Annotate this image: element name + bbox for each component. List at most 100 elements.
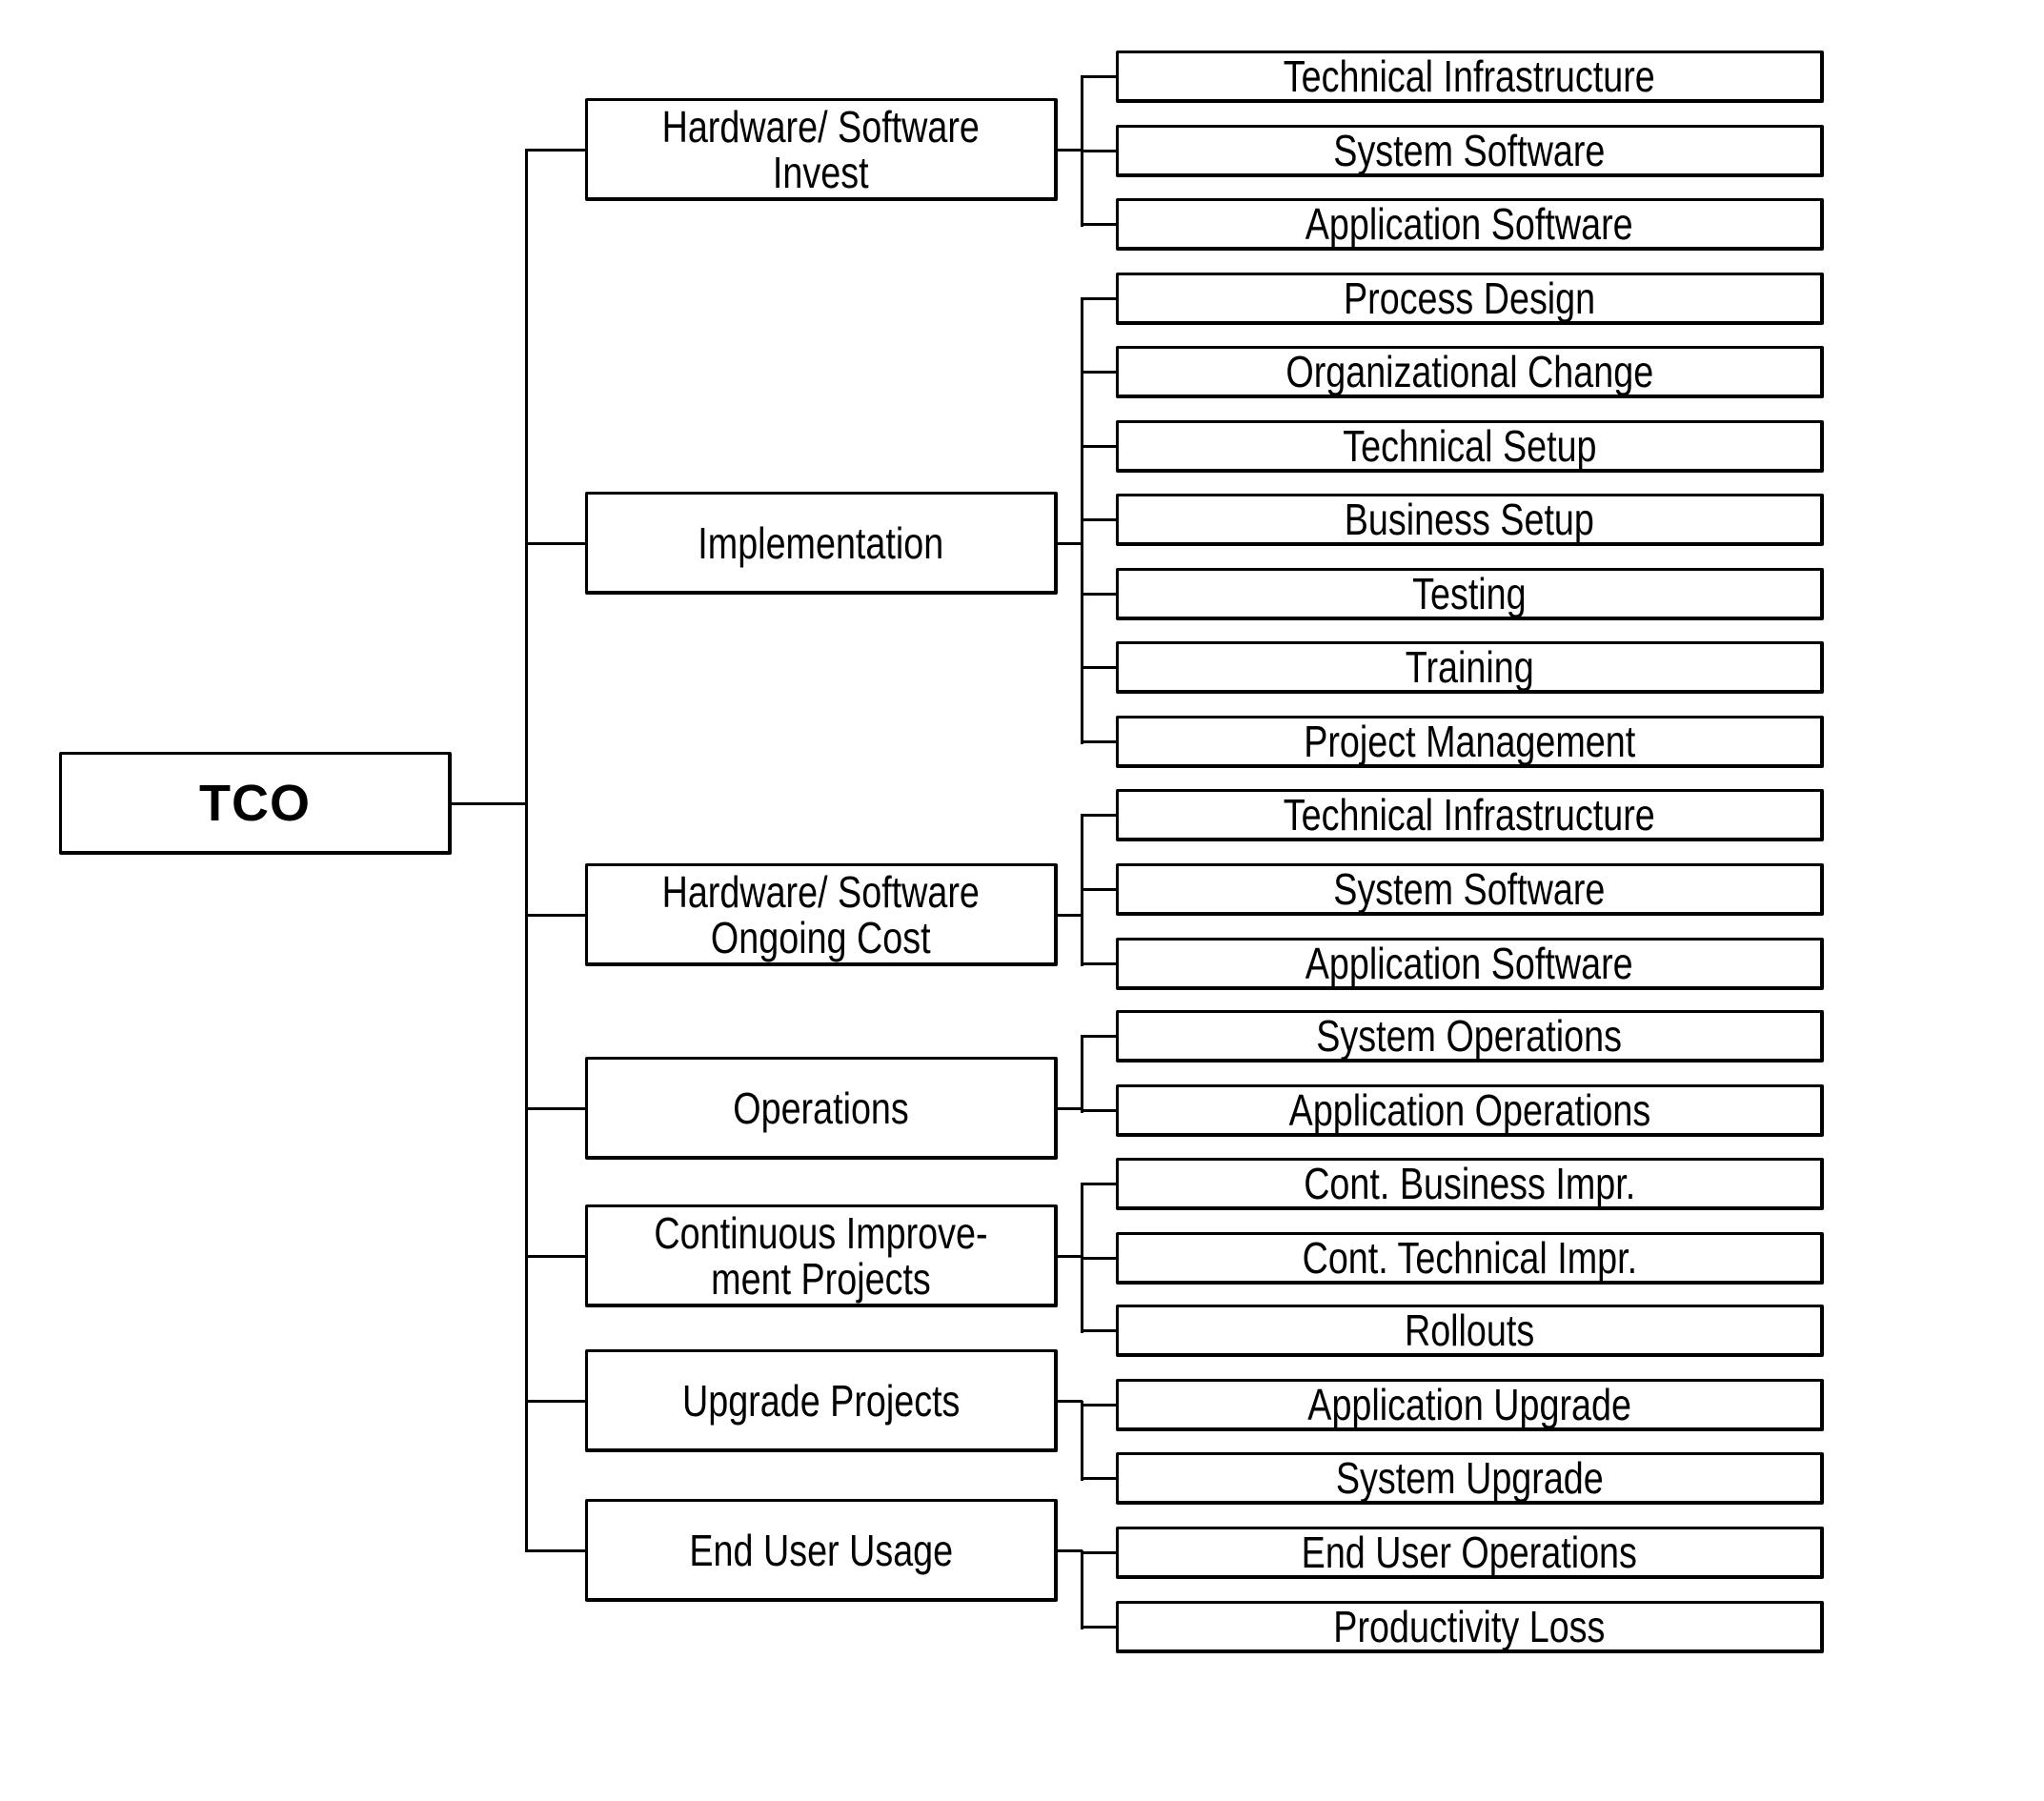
leaf-label: Application Software: [1305, 199, 1633, 249]
leaf-label: System Software: [1333, 126, 1606, 175]
leaf-label: Organizational Change: [1285, 347, 1653, 396]
spine-branch-connector: [525, 1255, 586, 1258]
leaf-connector: [1081, 1329, 1117, 1332]
category-label: Hardware/ Software Ongoing Cost: [661, 866, 981, 962]
leaf-label: Process Design: [1343, 273, 1596, 323]
leaf-node: Organizational Change: [1116, 346, 1824, 398]
leaf-label: Technical Infrastructure: [1284, 51, 1655, 101]
leaf-connector: [1081, 1477, 1117, 1480]
leaf-label: End User Operations: [1301, 1528, 1638, 1577]
leaf-label: Training: [1405, 642, 1534, 692]
category-label: Upgrade Projects: [681, 1375, 961, 1426]
category-out-connector: [1057, 149, 1083, 152]
leaf-connector: [1081, 666, 1117, 669]
leaf-label: Productivity Loss: [1333, 1602, 1606, 1651]
category-label: Operations: [733, 1083, 909, 1133]
leaf-node: Process Design: [1116, 273, 1824, 325]
category-node-operations: Operations: [585, 1057, 1058, 1160]
leaf-connector: [1081, 1551, 1117, 1554]
leaf-connector: [1081, 593, 1117, 596]
leaf-node: Application Operations: [1116, 1084, 1824, 1137]
category-out-connector: [1057, 542, 1083, 545]
leaf-node: Cont. Business Impr.: [1116, 1158, 1824, 1210]
leaf-label: Technical Setup: [1342, 421, 1597, 471]
spine-branch-connector: [525, 1549, 586, 1552]
leaf-node: End User Operations: [1116, 1527, 1824, 1579]
leaf-node: System Software: [1116, 125, 1824, 177]
leaf-label: Business Setup: [1344, 495, 1595, 544]
sub-bracket: [1081, 1550, 1083, 1629]
leaf-label: Testing: [1412, 569, 1527, 618]
leaf-node: Technical Infrastructure: [1116, 789, 1824, 841]
leaf-connector: [1081, 371, 1117, 374]
leaf-node: System Operations: [1116, 1010, 1824, 1062]
leaf-node: Productivity Loss: [1116, 1601, 1824, 1653]
root-node-tco: TCO: [59, 752, 452, 855]
category-node-implementation: Implementation: [585, 492, 1058, 595]
category-out-connector: [1057, 1549, 1083, 1552]
category-label: Hardware/ Software Invest: [661, 101, 981, 197]
main-spine: [525, 149, 528, 1552]
leaf-node: Project Management: [1116, 716, 1824, 768]
spine-branch-connector: [525, 1400, 586, 1403]
leaf-connector: [1081, 1257, 1117, 1260]
leaf-connector: [1081, 518, 1117, 521]
leaf-node: Rollouts: [1116, 1305, 1824, 1357]
sub-bracket: [1081, 1036, 1083, 1113]
leaf-node: Application Software: [1116, 938, 1824, 990]
category-label: End User Usage: [689, 1525, 953, 1575]
sub-bracket: [1081, 1401, 1083, 1481]
sub-bracket: [1081, 298, 1083, 744]
leaf-node: Testing: [1116, 568, 1824, 620]
leaf-connector: [1081, 814, 1117, 817]
category-out-connector: [1057, 1400, 1083, 1403]
category-node-hardware-software-ongoing-cost: Hardware/ Software Ongoing Cost: [585, 863, 1058, 966]
leaf-node: Application Software: [1116, 198, 1824, 251]
leaf-label: Cont. Technical Impr.: [1302, 1233, 1637, 1283]
leaf-connector: [1081, 297, 1117, 300]
root-label: TCO: [199, 774, 311, 832]
leaf-connector: [1081, 223, 1117, 226]
spine-branch-connector: [525, 1107, 586, 1110]
leaf-node: System Upgrade: [1116, 1452, 1824, 1505]
leaf-label: Application Software: [1305, 939, 1633, 988]
leaf-connector: [1081, 1626, 1117, 1629]
leaf-connector: [1081, 1183, 1117, 1185]
category-out-connector: [1057, 1107, 1083, 1110]
leaf-connector: [1081, 75, 1117, 78]
leaf-label: Application Upgrade: [1307, 1380, 1631, 1429]
leaf-node: Training: [1116, 641, 1824, 694]
leaf-label: Application Operations: [1288, 1085, 1650, 1135]
leaf-label: Cont. Business Impr.: [1303, 1159, 1636, 1208]
leaf-label: System Operations: [1316, 1011, 1623, 1061]
leaf-connector: [1081, 888, 1117, 891]
spine-branch-connector: [525, 914, 586, 917]
category-node-upgrade-projects: Upgrade Projects: [585, 1349, 1058, 1452]
category-node-end-user-usage: End User Usage: [585, 1499, 1058, 1602]
leaf-connector: [1081, 962, 1117, 965]
leaf-node: Technical Setup: [1116, 420, 1824, 473]
leaf-node: Technical Infrastructure: [1116, 51, 1824, 103]
leaf-label: Technical Infrastructure: [1284, 790, 1655, 840]
category-label: Continuous Improve- ment Projects: [654, 1207, 988, 1304]
spine-branch-connector: [525, 149, 586, 152]
leaf-connector: [1081, 1035, 1117, 1038]
leaf-connector: [1081, 740, 1117, 743]
leaf-connector: [1081, 1404, 1117, 1406]
leaf-label: System Upgrade: [1335, 1453, 1604, 1503]
category-node-continuous-improve-ment-projects: Continuous Improve- ment Projects: [585, 1204, 1058, 1307]
leaf-label: Project Management: [1303, 717, 1636, 766]
leaf-label: System Software: [1333, 864, 1606, 914]
leaf-label: Rollouts: [1404, 1305, 1535, 1355]
root-connector: [451, 802, 527, 805]
leaf-connector: [1081, 1109, 1117, 1112]
leaf-node: Business Setup: [1116, 494, 1824, 546]
leaf-connector: [1081, 150, 1117, 152]
leaf-node: Application Upgrade: [1116, 1379, 1824, 1431]
leaf-connector: [1081, 445, 1117, 448]
leaf-node: System Software: [1116, 863, 1824, 916]
category-label: Implementation: [698, 517, 944, 568]
category-out-connector: [1057, 1255, 1083, 1258]
leaf-node: Cont. Technical Impr.: [1116, 1232, 1824, 1285]
spine-branch-connector: [525, 542, 586, 545]
